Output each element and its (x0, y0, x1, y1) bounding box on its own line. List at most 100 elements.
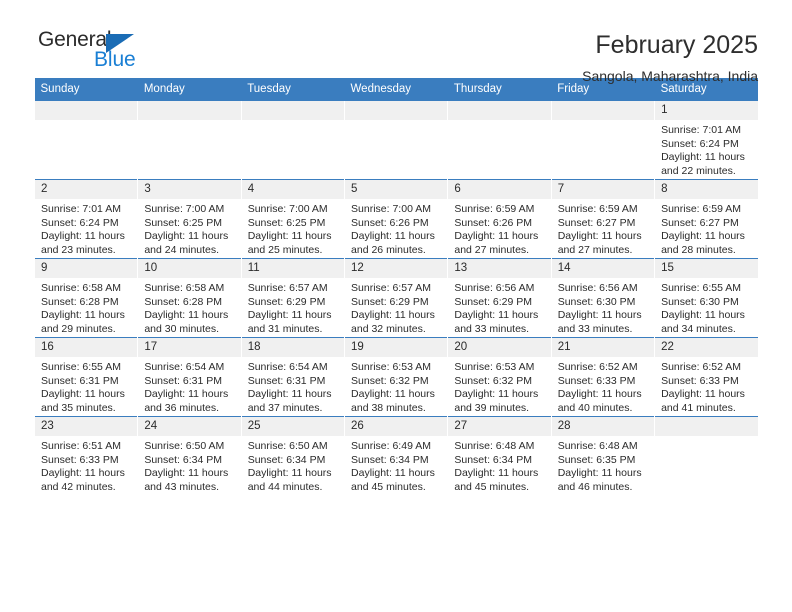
sunrise-text: Sunrise: 6:59 AM (557, 203, 638, 215)
sunrise-text: Sunrise: 6:50 AM (247, 440, 328, 452)
day-number: 19 (345, 338, 448, 357)
day-number: 3 (138, 180, 241, 199)
day-info: Sunrise: 6:53 AM Sunset: 6:32 PM Daylight:… (345, 357, 447, 415)
calendar-day-cell[interactable]: 5 Sunrise: 7:00 AM Sunset: 6:26 PM Daylight… (344, 179, 448, 259)
day-number: 22 (655, 338, 758, 357)
calendar-day-cell[interactable]: 15 Sunrise: 6:55 AM Sunset: 6:30 PM Dayligh… (654, 258, 758, 338)
calendar-day-cell[interactable]: 3 Sunrise: 7:00 AM Sunset: 6:25 PM Daylight… (137, 179, 242, 259)
calendar-day-cell[interactable]: 8 Sunrise: 6:59 AM Sunset: 6:27 PM Daylight… (654, 179, 758, 259)
daylight-text: Daylight: 11 hours and 29 minutes. (41, 309, 125, 335)
day-cell-inner: 19 Sunrise: 6:53 AM Sunset: 6:32 PM Dayligh… (345, 338, 448, 416)
calendar-day-cell[interactable]: 24 Sunrise: 6:50 AM Sunset: 6:34 PM Dayligh… (137, 416, 242, 495)
day-cell-inner: 25 Sunrise: 6:50 AM Sunset: 6:34 PM Dayligh… (241, 417, 345, 495)
daylight-text: Daylight: 11 hours and 43 minutes. (144, 467, 229, 493)
page-header: General Blue February 2025 Sangola, Maha… (34, 0, 758, 84)
calendar-day-cell[interactable]: 4 Sunrise: 7:00 AM Sunset: 6:25 PM Daylight… (240, 179, 345, 259)
page-title: February 2025 (595, 31, 758, 59)
calendar-body: 1 Sunrise: 7:01 AM Sunset: 6:24 PM Daylight… (33, 101, 758, 495)
daylight-text: Daylight: 11 hours and 34 minutes. (661, 309, 745, 335)
sunset-text: Sunset: 6:26 PM (454, 216, 533, 229)
calendar-week-row: 9 Sunrise: 6:58 AM Sunset: 6:28 PM Daylight… (33, 258, 758, 338)
sunrise-text: Sunrise: 7:00 AM (247, 203, 328, 215)
calendar-day-cell[interactable]: 22 Sunrise: 6:52 AM Sunset: 6:33 PM Dayligh… (654, 337, 758, 417)
day-cell-inner: 11 Sunrise: 6:57 AM Sunset: 6:29 PM Dayligh… (241, 259, 345, 337)
daylight-text: Daylight: 11 hours and 38 minutes. (351, 388, 435, 414)
sunset-text: Sunset: 6:34 PM (247, 453, 326, 466)
day-number: 5 (345, 180, 448, 199)
day-cell-inner: 17 Sunrise: 6:54 AM Sunset: 6:31 PM Dayligh… (138, 338, 241, 416)
day-info: Sunrise: 6:57 AM Sunset: 6:29 PM Daylight:… (345, 278, 447, 336)
daylight-text: Daylight: 11 hours and 39 minutes. (454, 388, 539, 414)
sunrise-text: Sunrise: 6:55 AM (41, 361, 121, 373)
calendar-day-cell[interactable]: 27 Sunrise: 6:48 AM Sunset: 6:34 PM Dayligh… (447, 416, 552, 495)
calendar-day-cell[interactable]: 14 Sunrise: 6:56 AM Sunset: 6:30 PM Dayligh… (550, 258, 655, 338)
sunrise-text: Sunrise: 6:56 AM (557, 282, 638, 294)
sunset-text: Sunset: 6:24 PM (661, 137, 739, 150)
calendar-cell-empty (137, 101, 242, 180)
calendar-day-cell[interactable]: 16 Sunrise: 6:55 AM Sunset: 6:31 PM Dayligh… (33, 337, 138, 417)
daylight-text: Daylight: 11 hours and 37 minutes. (247, 388, 332, 414)
calendar-day-cell[interactable]: 26 Sunrise: 6:49 AM Sunset: 6:34 PM Dayligh… (344, 416, 448, 495)
calendar-day-cell[interactable]: 28 Sunrise: 6:48 AM Sunset: 6:35 PM Dayligh… (550, 416, 655, 495)
day-number (35, 101, 138, 120)
sunrise-text: Sunrise: 6:52 AM (557, 361, 638, 373)
sunrise-text: Sunrise: 7:01 AM (41, 203, 121, 215)
day-cell-inner: 12 Sunrise: 6:57 AM Sunset: 6:29 PM Dayligh… (345, 259, 448, 337)
sunset-text: Sunset: 6:34 PM (454, 453, 533, 466)
calendar-day-cell[interactable]: 25 Sunrise: 6:50 AM Sunset: 6:34 PM Dayligh… (240, 416, 345, 495)
daylight-text: Daylight: 11 hours and 36 minutes. (144, 388, 229, 414)
day-number (241, 101, 345, 120)
general-blue-logo: General Blue (34, 28, 154, 76)
calendar-day-cell[interactable]: 18 Sunrise: 6:54 AM Sunset: 6:31 PM Dayligh… (240, 337, 345, 417)
day-number: 23 (35, 417, 138, 436)
sunrise-text: Sunrise: 7:01 AM (661, 124, 742, 136)
day-number: 21 (551, 338, 655, 357)
day-number (448, 101, 551, 120)
day-cell-inner (345, 101, 448, 179)
weekday-header-wednesday: Wednesday (344, 78, 448, 101)
calendar-day-cell[interactable]: 11 Sunrise: 6:57 AM Sunset: 6:29 PM Dayligh… (240, 258, 345, 338)
weekday-header-tuesday: Tuesday (241, 78, 345, 101)
calendar-cell-empty (550, 101, 655, 180)
logo-text-blue: Blue (94, 48, 136, 71)
sunset-text: Sunset: 6:31 PM (247, 374, 326, 387)
calendar-day-cell[interactable]: 9 Sunrise: 6:58 AM Sunset: 6:28 PM Daylight… (33, 258, 138, 338)
sunrise-text: Sunrise: 7:00 AM (144, 203, 225, 215)
calendar-week-row: 2 Sunrise: 7:01 AM Sunset: 6:24 PM Daylight… (33, 179, 758, 259)
day-info: Sunrise: 6:52 AM Sunset: 6:33 PM Daylight:… (552, 357, 654, 415)
day-cell-inner (35, 101, 138, 179)
calendar-day-cell[interactable]: 23 Sunrise: 6:51 AM Sunset: 6:33 PM Dayligh… (33, 416, 138, 495)
sunset-text: Sunset: 6:33 PM (661, 374, 739, 387)
calendar-day-cell[interactable]: 7 Sunrise: 6:59 AM Sunset: 6:27 PM Daylight… (550, 179, 655, 259)
calendar-cell-empty (33, 101, 138, 180)
calendar-day-cell[interactable]: 19 Sunrise: 6:53 AM Sunset: 6:32 PM Dayligh… (344, 337, 448, 417)
calendar-day-cell[interactable]: 21 Sunrise: 6:52 AM Sunset: 6:33 PM Dayligh… (550, 337, 655, 417)
day-cell-inner: 4 Sunrise: 7:00 AM Sunset: 6:25 PM Daylight… (241, 180, 345, 258)
calendar-day-cell[interactable]: 17 Sunrise: 6:54 AM Sunset: 6:31 PM Dayligh… (137, 337, 242, 417)
sunrise-text: Sunrise: 6:58 AM (144, 282, 225, 294)
daylight-text: Daylight: 11 hours and 28 minutes. (661, 230, 745, 256)
sunrise-text: Sunrise: 6:59 AM (661, 203, 742, 215)
calendar-cell-empty (447, 101, 552, 180)
daylight-text: Daylight: 11 hours and 32 minutes. (351, 309, 435, 335)
sunset-text: Sunset: 6:24 PM (41, 216, 119, 229)
calendar-day-cell[interactable]: 2 Sunrise: 7:01 AM Sunset: 6:24 PM Daylight… (33, 179, 138, 259)
daylight-text: Daylight: 11 hours and 33 minutes. (454, 309, 539, 335)
calendar-day-cell[interactable]: 12 Sunrise: 6:57 AM Sunset: 6:29 PM Dayligh… (344, 258, 448, 338)
calendar-day-cell[interactable]: 10 Sunrise: 6:58 AM Sunset: 6:28 PM Dayligh… (137, 258, 242, 338)
day-info: Sunrise: 6:54 AM Sunset: 6:31 PM Daylight:… (138, 357, 240, 415)
day-info: Sunrise: 6:50 AM Sunset: 6:34 PM Daylight:… (138, 436, 240, 494)
calendar-day-cell[interactable]: 1 Sunrise: 7:01 AM Sunset: 6:24 PM Daylight… (654, 101, 758, 180)
daylight-text: Daylight: 11 hours and 46 minutes. (557, 467, 642, 493)
sunset-text: Sunset: 6:30 PM (661, 295, 739, 308)
day-cell-inner: 18 Sunrise: 6:54 AM Sunset: 6:31 PM Dayligh… (241, 338, 345, 416)
sunset-text: Sunset: 6:32 PM (351, 374, 429, 387)
calendar-day-cell[interactable]: 20 Sunrise: 6:53 AM Sunset: 6:32 PM Dayligh… (447, 337, 552, 417)
day-info: Sunrise: 6:51 AM Sunset: 6:33 PM Daylight:… (35, 436, 137, 494)
sunset-text: Sunset: 6:33 PM (41, 453, 119, 466)
calendar-day-cell[interactable]: 13 Sunrise: 6:56 AM Sunset: 6:29 PM Dayligh… (447, 258, 552, 338)
sunset-text: Sunset: 6:27 PM (557, 216, 636, 229)
sunset-text: Sunset: 6:30 PM (557, 295, 636, 308)
calendar-day-cell[interactable]: 6 Sunrise: 6:59 AM Sunset: 6:26 PM Daylight… (447, 179, 552, 259)
day-info: Sunrise: 6:54 AM Sunset: 6:31 PM Daylight:… (242, 357, 344, 415)
